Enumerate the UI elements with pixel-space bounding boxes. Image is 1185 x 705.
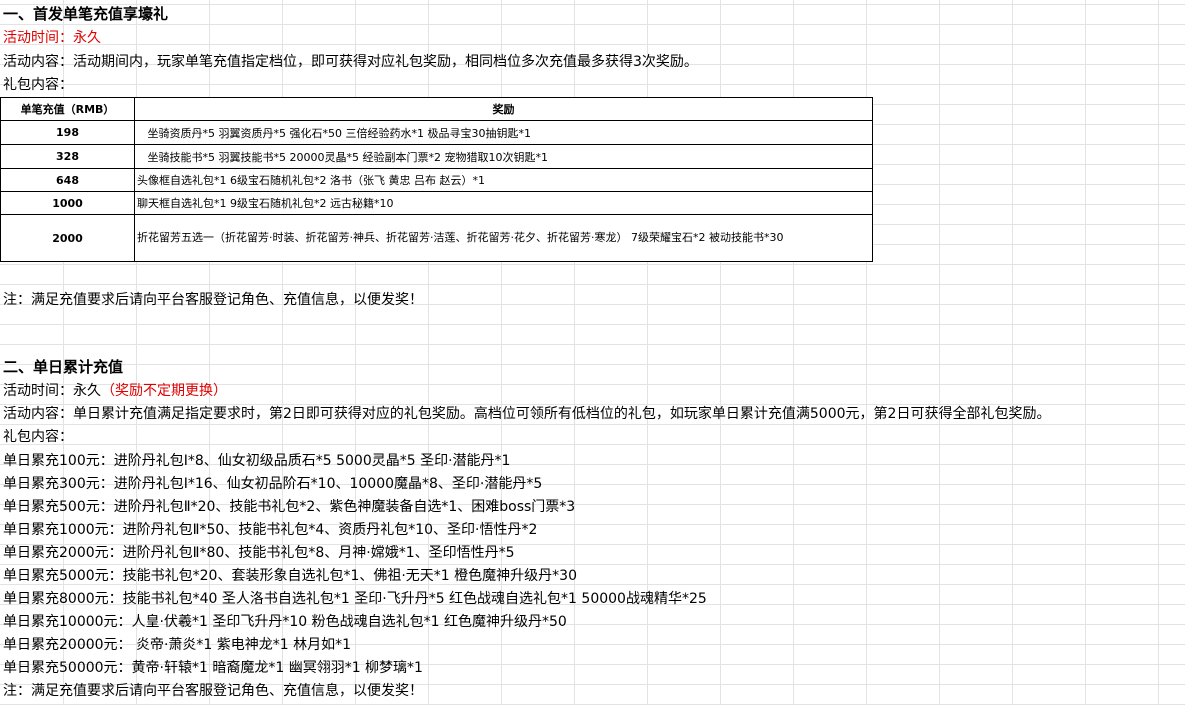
row-amount: 2000: [0, 214, 135, 262]
row-reward: 头像框自选礼包*1 6级宝石随机礼包*2 洛书（张飞 黄忠 吕布 赵云）*1: [134, 168, 873, 192]
table-row: 648 头像框自选礼包*1 6级宝石随机礼包*2 洛书（张飞 黄忠 吕布 赵云）…: [0, 168, 873, 192]
row-reward: 坐骑资质丹*5 羽翼资质丹*5 强化石*50 三倍经验药水*1 极品寻宝30抽钥…: [134, 120, 873, 145]
row-reward: 坐骑技能书*5 羽翼技能书*5 20000灵晶*5 经验副本门票*2 宠物猎取1…: [134, 144, 873, 169]
header-reward: 奖励: [134, 97, 873, 121]
section1-title: 一、首发单笔充值享壕礼: [3, 5, 169, 23]
table-header-row: 单笔充值（RMB） 奖励: [0, 97, 873, 121]
section2-content: 活动内容：单日累计充值满足指定要求时，第2日即可获得对应的礼包奖励。高档位可领所…: [3, 406, 1051, 422]
row-amount: 328: [0, 144, 135, 169]
list-item: 单日累充20000元： 炎帝·萧炎*1 紫电神龙*1 林月如*1: [3, 637, 352, 653]
list-item: 单日累充10000元：人皇·伏羲*1 圣印飞升丹*10 粉色战魂自选礼包*1 红…: [3, 614, 567, 630]
list-item: 单日累充5000元：技能书礼包*20、套装形象自选礼包*1、佛祖·无天*1 橙色…: [3, 568, 577, 584]
section2-time-prefix: 活动时间：永久: [3, 383, 101, 399]
row-amount: 198: [0, 120, 135, 145]
header-amount: 单笔充值（RMB）: [0, 97, 135, 121]
section1-time: 活动时间：永久: [3, 30, 101, 46]
list-item: 单日累充100元：进阶丹礼包Ⅰ*8、仙女初级品质石*5 5000灵晶*5 圣印·…: [3, 453, 511, 469]
row-reward: 聊天框自选礼包*1 9级宝石随机礼包*2 远古秘籍*10: [134, 191, 873, 215]
section2-time: 活动时间：永久（奖励不定期更换）: [3, 381, 227, 401]
section1-note: 注：满足充值要求后请向平台客服登记角色、充值信息，以便发奖！: [3, 292, 423, 308]
table-row: 2000 折花留芳五选一（折花留芳·时装、折花留芳·神兵、折花留芳·洁莲、折花留…: [0, 214, 873, 262]
list-item: 单日累充1000元：进阶丹礼包Ⅱ*50、技能书礼包*4、资质丹礼包*10、圣印·…: [3, 522, 538, 538]
list-item: 单日累充2000元：进阶丹礼包Ⅱ*80、技能书礼包*8、月神·嫦娥*1、圣印悟性…: [3, 545, 515, 561]
list-item: 单日累充300元：进阶丹礼包Ⅰ*16、仙女初品阶石*10、10000魔晶*8、圣…: [3, 476, 543, 492]
section1-content: 活动内容：活动期间内，玩家单笔充值指定档位，即可获得对应礼包奖励，相同档位多次充…: [3, 54, 698, 70]
reward-table: 单笔充值（RMB） 奖励 198 坐骑资质丹*5 羽翼资质丹*5 强化石*50 …: [0, 97, 873, 262]
section2-title: 二、单日累计充值: [3, 358, 124, 376]
row-amount: 648: [0, 168, 135, 192]
list-item: 单日累充500元：进阶丹礼包Ⅱ*20、技能书礼包*2、紫色神魔装备自选*1、困难…: [3, 499, 576, 515]
section2-note: 注：满足充值要求后请向平台客服登记角色、充值信息，以便发奖！: [3, 683, 423, 699]
row-amount: 1000: [0, 191, 135, 215]
section2-time-suffix: （奖励不定期更换）: [101, 383, 227, 399]
table-row: 198 坐骑资质丹*5 羽翼资质丹*5 强化石*50 三倍经验药水*1 极品寻宝…: [0, 120, 873, 145]
section2-gift-label: 礼包内容：: [3, 429, 73, 445]
section1-gift-label: 礼包内容：: [3, 77, 73, 93]
list-item: 单日累充50000元：黄帝·轩辕*1 暗裔魔龙*1 幽冥翎羽*1 柳梦璃*1: [3, 660, 423, 676]
table-row: 1000 聊天框自选礼包*1 9级宝石随机礼包*2 远古秘籍*10: [0, 191, 873, 215]
table-row: 328 坐骑技能书*5 羽翼技能书*5 20000灵晶*5 经验副本门票*2 宠…: [0, 144, 873, 169]
list-item: 单日累充8000元：技能书礼包*40 圣人洛书自选礼包*1 圣印·飞升丹*5 红…: [3, 591, 707, 607]
row-reward: 折花留芳五选一（折花留芳·时装、折花留芳·神兵、折花留芳·洁莲、折花留芳·花夕、…: [134, 214, 873, 262]
